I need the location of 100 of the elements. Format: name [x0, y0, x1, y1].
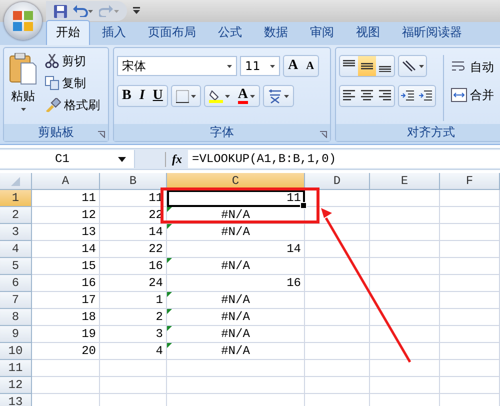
- copy-icon: [45, 76, 59, 90]
- empty-cell: [440, 241, 500, 258]
- ribbon-tab[interactable]: 插入: [92, 20, 136, 45]
- empty-cell: [370, 309, 440, 326]
- italic-button[interactable]: I: [135, 86, 149, 106]
- active-cell: 11: [167, 190, 305, 207]
- angled-text-icon: [401, 60, 417, 72]
- table-cell: #N/A: [167, 326, 305, 343]
- row-header[interactable]: 1: [0, 190, 32, 207]
- empty-cell: [305, 190, 370, 207]
- table-cell: 14: [167, 241, 305, 258]
- column-header[interactable]: E: [370, 173, 440, 190]
- paintbrush-icon: [45, 98, 61, 112]
- group-label: 字体: [114, 124, 330, 141]
- row-header[interactable]: 3: [0, 224, 32, 241]
- vertical-align-button[interactable]: [358, 56, 376, 76]
- dialog-launcher-icon[interactable]: [98, 131, 105, 138]
- ribbon-tab[interactable]: 视图: [346, 20, 390, 45]
- empty-cell: [305, 224, 370, 241]
- empty-cell: [370, 377, 440, 394]
- ribbon-tab[interactable]: 福昕阅读器: [392, 20, 472, 45]
- empty-cell: [100, 377, 167, 394]
- table-cell: 2: [100, 309, 167, 326]
- table-cell: 14: [32, 241, 100, 258]
- empty-cell: [440, 343, 500, 360]
- wrap-text-button[interactable]: 自动: [451, 57, 494, 77]
- row-header[interactable]: 13: [0, 394, 32, 406]
- caret-icon: [20, 108, 26, 111]
- cut-button[interactable]: 剪切: [43, 51, 102, 71]
- ribbon-tab[interactable]: 审阅: [300, 20, 344, 45]
- column-header[interactable]: B: [100, 173, 167, 190]
- paint-bucket-icon: [208, 89, 223, 103]
- customize-toolbar-icon[interactable]: [133, 7, 140, 15]
- undo-icon[interactable]: [73, 5, 93, 17]
- lines-icon: [360, 90, 374, 102]
- table-cell: #N/A: [167, 258, 305, 275]
- ribbon-tab[interactable]: 数据: [254, 20, 298, 45]
- font-size-field[interactable]: 11: [240, 56, 280, 76]
- row-header[interactable]: 7: [0, 292, 32, 309]
- ribbon-tab[interactable]: 页面布局: [138, 20, 206, 45]
- underline-button[interactable]: U: [148, 86, 167, 106]
- row-header[interactable]: 11: [0, 360, 32, 377]
- empty-cell: [440, 190, 500, 207]
- table-cell: 4: [100, 343, 167, 360]
- table-cell: 20: [32, 343, 100, 360]
- save-icon[interactable]: [54, 4, 67, 18]
- corner-triangle-icon: [11, 176, 20, 186]
- empty-cell: [370, 207, 440, 224]
- table-cell: #N/A: [167, 309, 305, 326]
- lines-icon: [342, 90, 356, 102]
- empty-cell: [440, 377, 500, 394]
- row-header[interactable]: 4: [0, 241, 32, 258]
- lines-icon: [360, 60, 374, 72]
- empty-cell: [305, 343, 370, 360]
- ribbon-tab[interactable]: 公式: [208, 20, 252, 45]
- dropdown-arrow-icon[interactable]: [118, 156, 126, 162]
- table-cell: 17: [32, 292, 100, 309]
- table-cell: 13: [32, 224, 100, 241]
- row-header[interactable]: 5: [0, 258, 32, 275]
- empty-cell: [370, 190, 440, 207]
- empty-cell: [305, 292, 370, 309]
- ribbon-tab[interactable]: 开始: [46, 20, 90, 45]
- font-name-field[interactable]: 宋体: [117, 56, 237, 76]
- format-painter-button[interactable]: 格式刷: [43, 95, 102, 115]
- shrink-font-button[interactable]: A: [302, 56, 318, 76]
- empty-cell: [370, 241, 440, 258]
- paste-button[interactable]: 粘贴: [7, 51, 39, 121]
- phonetic-guide-icon: [268, 88, 282, 104]
- empty-cell: [370, 224, 440, 241]
- copy-button[interactable]: 复制: [43, 73, 102, 93]
- table-cell: 12: [32, 207, 100, 224]
- row-header[interactable]: 12: [0, 377, 32, 394]
- row-header[interactable]: 10: [0, 343, 32, 360]
- merge-cells-icon: [451, 88, 467, 102]
- row-header[interactable]: 8: [0, 309, 32, 326]
- dialog-launcher-icon[interactable]: [320, 131, 327, 138]
- indent-icon: [401, 90, 415, 102]
- name-box[interactable]: C1: [0, 150, 135, 168]
- bold-button[interactable]: B: [118, 86, 136, 106]
- table-cell: 16: [100, 258, 167, 275]
- formula-field[interactable]: =VLOOKUP(A1,B:B,1,0): [188, 150, 500, 168]
- empty-cell: [370, 292, 440, 309]
- empty-cell: [440, 275, 500, 292]
- row-header[interactable]: 9: [0, 326, 32, 343]
- column-header[interactable]: D: [305, 173, 370, 190]
- empty-cell: [100, 360, 167, 377]
- grow-font-button[interactable]: A: [284, 56, 302, 76]
- row-header[interactable]: 6: [0, 275, 32, 292]
- empty-cell: [305, 258, 370, 275]
- column-header[interactable]: F: [440, 173, 500, 190]
- merge-cells-button[interactable]: 合并: [451, 85, 494, 105]
- empty-cell: [305, 241, 370, 258]
- column-header[interactable]: A: [32, 173, 100, 190]
- group-label: 对齐方式: [336, 124, 500, 141]
- empty-cell: [370, 360, 440, 377]
- caret-icon: [419, 64, 424, 68]
- fill-handle[interactable]: [300, 202, 307, 209]
- table-cell: 14: [100, 224, 167, 241]
- empty-cell: [440, 292, 500, 309]
- row-header[interactable]: 2: [0, 207, 32, 224]
